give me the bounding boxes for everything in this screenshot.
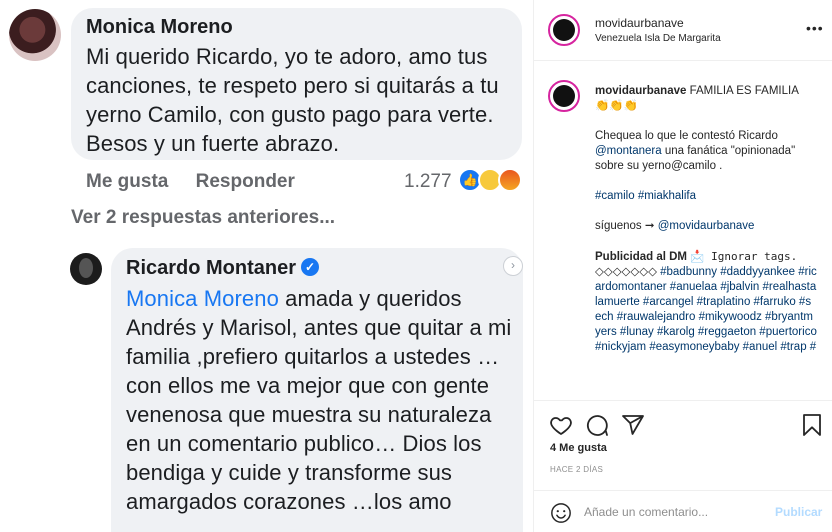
caption-scroll-area[interactable]: movidaurbanave FAMILIA ES FAMILIA 👏👏👏 Ch… [534,62,832,400]
comment-text: Mi querido Ricardo, yo te adoro, amo tus… [86,44,499,156]
reply-link: Responder [195,171,295,192]
reply-text: Monica Moreno amada y queridos Andrés y … [126,284,518,516]
previous-replies-link: Ver 2 respuestas anteriores... [71,207,336,228]
caption-ignore: Ignorar tags. [704,250,798,263]
post-sidebar: movidaurbanave Venezuela Isla De Margari… [533,0,832,532]
publish-button[interactable]: Publicar [775,505,822,519]
comment-author: Monica Moreno [86,16,233,38]
comment-icon[interactable] [585,413,609,437]
add-comment-bar: Publicar [534,490,832,532]
caption-hashtags[interactable]: #camilo #miakhalifa [595,190,696,202]
header-location[interactable]: Venezuela Isla De Margarita [595,33,721,44]
caption-line: Chequea lo que le contestó Ricardo [595,130,778,142]
verified-badge-icon: ✓ [301,258,319,276]
reaction-icons: 👍 [458,168,528,192]
caption-emoji: 👏👏👏 [595,100,638,112]
reply-author: Ricardo Montaner [126,257,297,279]
caption-title: FAMILIA ES FAMILIA [686,85,799,97]
header-username[interactable]: movidaurbanave [595,16,684,30]
caption-follow: síguenos ➞ [595,220,658,232]
post-time: HACE 2 DÍAS [550,465,604,474]
caption-follow-link[interactable]: @movidaurbanave [658,220,755,232]
more-options-icon[interactable]: ••• [806,20,824,36]
caption-diamonds: ◇◇◇◇◇◇◇ [595,266,661,278]
post-image: Monica Moreno Mi querido Ricardo, yo te … [0,0,533,532]
share-icon[interactable] [621,413,645,437]
chevron-right-icon: › [503,256,523,276]
commenter-avatar [9,9,61,61]
caption-avatar[interactable] [548,80,580,112]
caption-ad: Publicidad al DM [595,251,688,263]
caption: movidaurbanave FAMILIA ES FAMILIA 👏👏👏 Ch… [595,84,817,370]
reply-body: amada y queridos Andrés y Marisol, antes… [126,286,512,514]
likes-count[interactable]: 4 Me gusta [550,442,607,454]
emoji-icon[interactable] [550,502,572,524]
reply-avatar [70,253,102,285]
like-link: Me gusta [86,171,169,192]
post-header: movidaurbanave Venezuela Isla De Margari… [534,0,832,61]
heart-icon[interactable] [549,413,573,437]
reply-mention: Monica Moreno [126,286,279,311]
comment-input[interactable] [584,501,764,523]
profile-avatar[interactable] [548,14,580,46]
angry-reaction-icon [498,168,522,192]
caption-hashtags-long[interactable]: #badbunny #daddyyankee #ricardomontaner … [595,266,817,353]
inbox-icon: 📩 [690,251,705,263]
comment-actions: Me gusta Responder [86,171,317,193]
caption-mention-link[interactable]: @montanera [595,145,662,157]
bookmark-icon[interactable] [800,413,824,437]
reaction-count: 1.277 [404,171,452,192]
caption-username[interactable]: movidaurbanave [595,85,686,97]
